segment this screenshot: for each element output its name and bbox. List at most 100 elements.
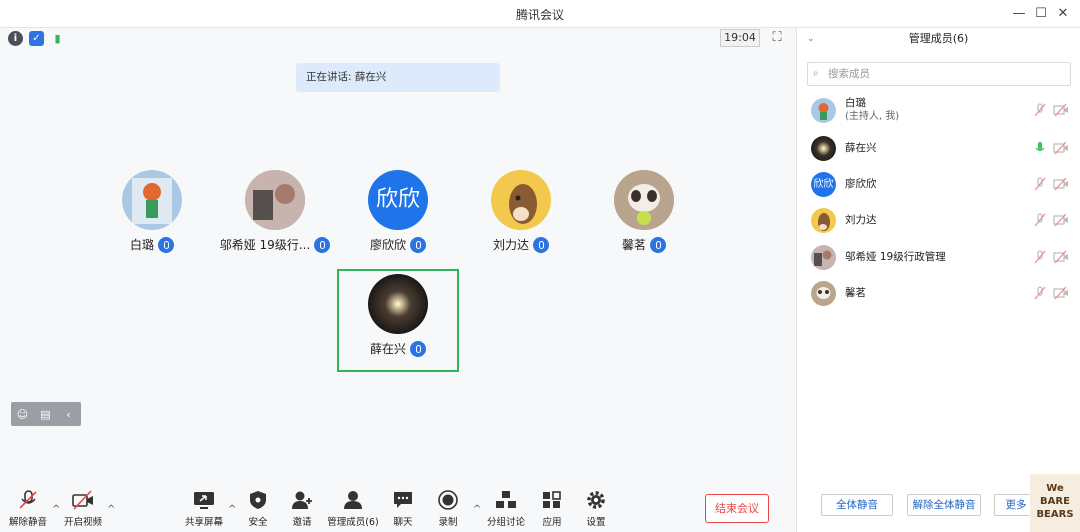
comment-icon[interactable]: ▤ [34, 408, 57, 421]
mute-all-button[interactable]: 全体静音 [821, 494, 893, 516]
mic-off-icon [17, 490, 39, 510]
member-name: 刘力达 [845, 213, 877, 226]
horse-avatar [811, 207, 836, 233]
participant-tile[interactable]: 欣欣 廖欣欣 [338, 170, 458, 253]
breakout-icon [495, 490, 517, 510]
member-name: 薛在兴 [845, 141, 877, 154]
camera-off-icon[interactable] [1053, 103, 1069, 117]
dog-avatar [811, 280, 836, 306]
mic-on-icon[interactable] [1033, 141, 1047, 155]
collapse-icon[interactable]: ‹ [57, 408, 80, 421]
video-stage: i ✓ ▮ 19:04 ⛶ 正在讲话: 薛在兴 白璐 邬希娅 19级行... 欣… [0, 28, 796, 532]
record-button[interactable]: 录制 [418, 490, 478, 528]
participant-tile[interactable]: 邬希娅 19级行... [215, 170, 335, 253]
bottom-toolbar: 解除静音 ^ 开启视频 ^ 共享屏幕 ^ 安全 邀请 管理成员(6) 聊天 录制… [0, 460, 796, 532]
status-bar: i ✓ ▮ [8, 31, 65, 51]
photo-avatar [245, 170, 305, 230]
mic-icon [158, 236, 174, 253]
shield-icon [247, 490, 269, 510]
shield-icon[interactable]: ✓ [29, 31, 44, 46]
info-icon[interactable]: i [8, 31, 23, 46]
member-role: (主持人, 我) [845, 111, 900, 122]
apps-icon [541, 490, 563, 510]
participant-tile[interactable]: 馨茗 [584, 170, 704, 253]
participant-name: 白璐 [129, 238, 154, 252]
camera-off-icon[interactable] [1053, 177, 1069, 191]
record-icon [437, 490, 459, 510]
meeting-timer: 19:04 [720, 29, 760, 47]
member-name: 白璐 [845, 97, 866, 109]
mic-icon [533, 236, 549, 253]
photo-avatar [811, 244, 836, 270]
gear-icon [585, 490, 607, 510]
signal-icon[interactable]: ▮ [50, 31, 65, 46]
mic-icon [650, 236, 666, 253]
mic-off-icon[interactable] [1033, 103, 1047, 117]
settings-button[interactable]: 设置 [566, 490, 626, 528]
participant-tile[interactable]: 刘力达 [461, 170, 581, 253]
text-avatar: 欣欣 [811, 171, 836, 197]
light-avatar [368, 274, 428, 334]
brand-watermark: We BARE BEARS [1030, 474, 1080, 532]
reaction-bar: ☺ ▤ ‹ [11, 402, 81, 426]
search-icon: ⌕ [813, 68, 819, 79]
fullscreen-icon[interactable]: ⛶ [768, 29, 786, 47]
camera-off-icon [72, 490, 94, 510]
member-row[interactable]: 欣欣 廖欣欣 [811, 169, 1071, 199]
member-name: 廖欣欣 [845, 177, 877, 190]
chevron-down-icon[interactable]: ⌄ [807, 28, 815, 50]
parrot-avatar [122, 170, 182, 230]
video-options-caret[interactable]: ^ [107, 504, 115, 515]
mic-off-icon[interactable] [1033, 177, 1047, 191]
member-row[interactable]: 邬希娅 19级行政管理 [811, 242, 1071, 272]
member-row[interactable]: 刘力达 [811, 205, 1071, 235]
participant-name: 廖欣欣 [369, 238, 406, 252]
text-avatar: 欣欣 [368, 170, 428, 230]
start-video-button[interactable]: 开启视频 [53, 490, 113, 528]
camera-off-icon[interactable] [1053, 141, 1069, 155]
member-row[interactable]: 白璐 (主持人, 我) [811, 95, 1071, 125]
unmute-button[interactable]: 解除静音 [0, 490, 58, 528]
mic-icon [410, 340, 426, 357]
members-icon [342, 490, 364, 510]
minimize-button[interactable]: — [1008, 4, 1030, 24]
mic-off-icon[interactable] [1033, 286, 1047, 300]
emoji-icon[interactable]: ☺ [11, 408, 34, 421]
camera-off-icon[interactable] [1053, 286, 1069, 300]
member-search-input[interactable]: ⌕ 搜索成员 [807, 62, 1071, 86]
maximize-button[interactable]: ☐ [1030, 4, 1052, 24]
participant-name: 馨茗 [621, 238, 646, 252]
member-row[interactable]: 馨茗 [811, 278, 1071, 308]
camera-off-icon[interactable] [1053, 213, 1069, 227]
speaking-indicator: 正在讲话: 薛在兴 [296, 63, 500, 92]
participant-name: 刘力达 [492, 238, 529, 252]
add-user-icon [291, 490, 313, 510]
members-panel: ⌄ 管理成员(6) ⌕ 搜索成员 白璐 (主持人, 我) 薛在兴 欣欣 廖欣欣 [796, 28, 1080, 532]
mic-off-icon[interactable] [1033, 213, 1047, 227]
horse-avatar [491, 170, 551, 230]
mic-off-icon[interactable] [1033, 250, 1047, 264]
close-button[interactable]: ✕ [1052, 4, 1074, 24]
share-screen-button[interactable]: 共享屏幕 [174, 490, 234, 528]
light-avatar [811, 135, 836, 161]
participant-name: 邬希娅 19级行... [219, 238, 311, 252]
participant-tile[interactable]: 薛在兴 [338, 274, 458, 357]
participant-name: 薛在兴 [369, 342, 406, 356]
unmute-all-button[interactable]: 解除全体静音 [907, 494, 981, 516]
meeting-app: 腾讯会议 — ☐ ✕ i ✓ ▮ 19:04 ⛶ 正在讲话: 薛在兴 白璐 邬希… [0, 0, 1080, 532]
dog-avatar [614, 170, 674, 230]
camera-off-icon[interactable] [1053, 250, 1069, 264]
share-screen-icon [193, 490, 215, 510]
parrot-avatar [811, 97, 836, 123]
member-name: 馨茗 [845, 286, 866, 299]
participant-tile[interactable]: 白璐 [92, 170, 212, 253]
end-meeting-button[interactable]: 结束会议 [705, 494, 769, 523]
member-name: 邬希娅 19级行政管理 [845, 250, 946, 263]
title-bar: 腾讯会议 — ☐ ✕ [0, 0, 1080, 28]
panel-header: ⌄ 管理成员(6) [797, 28, 1080, 50]
mic-icon [314, 236, 331, 253]
window-title: 腾讯会议 [515, 8, 564, 22]
member-row[interactable]: 薛在兴 [811, 133, 1071, 163]
chat-icon [392, 490, 414, 510]
panel-title: 管理成员(6) [908, 32, 969, 45]
